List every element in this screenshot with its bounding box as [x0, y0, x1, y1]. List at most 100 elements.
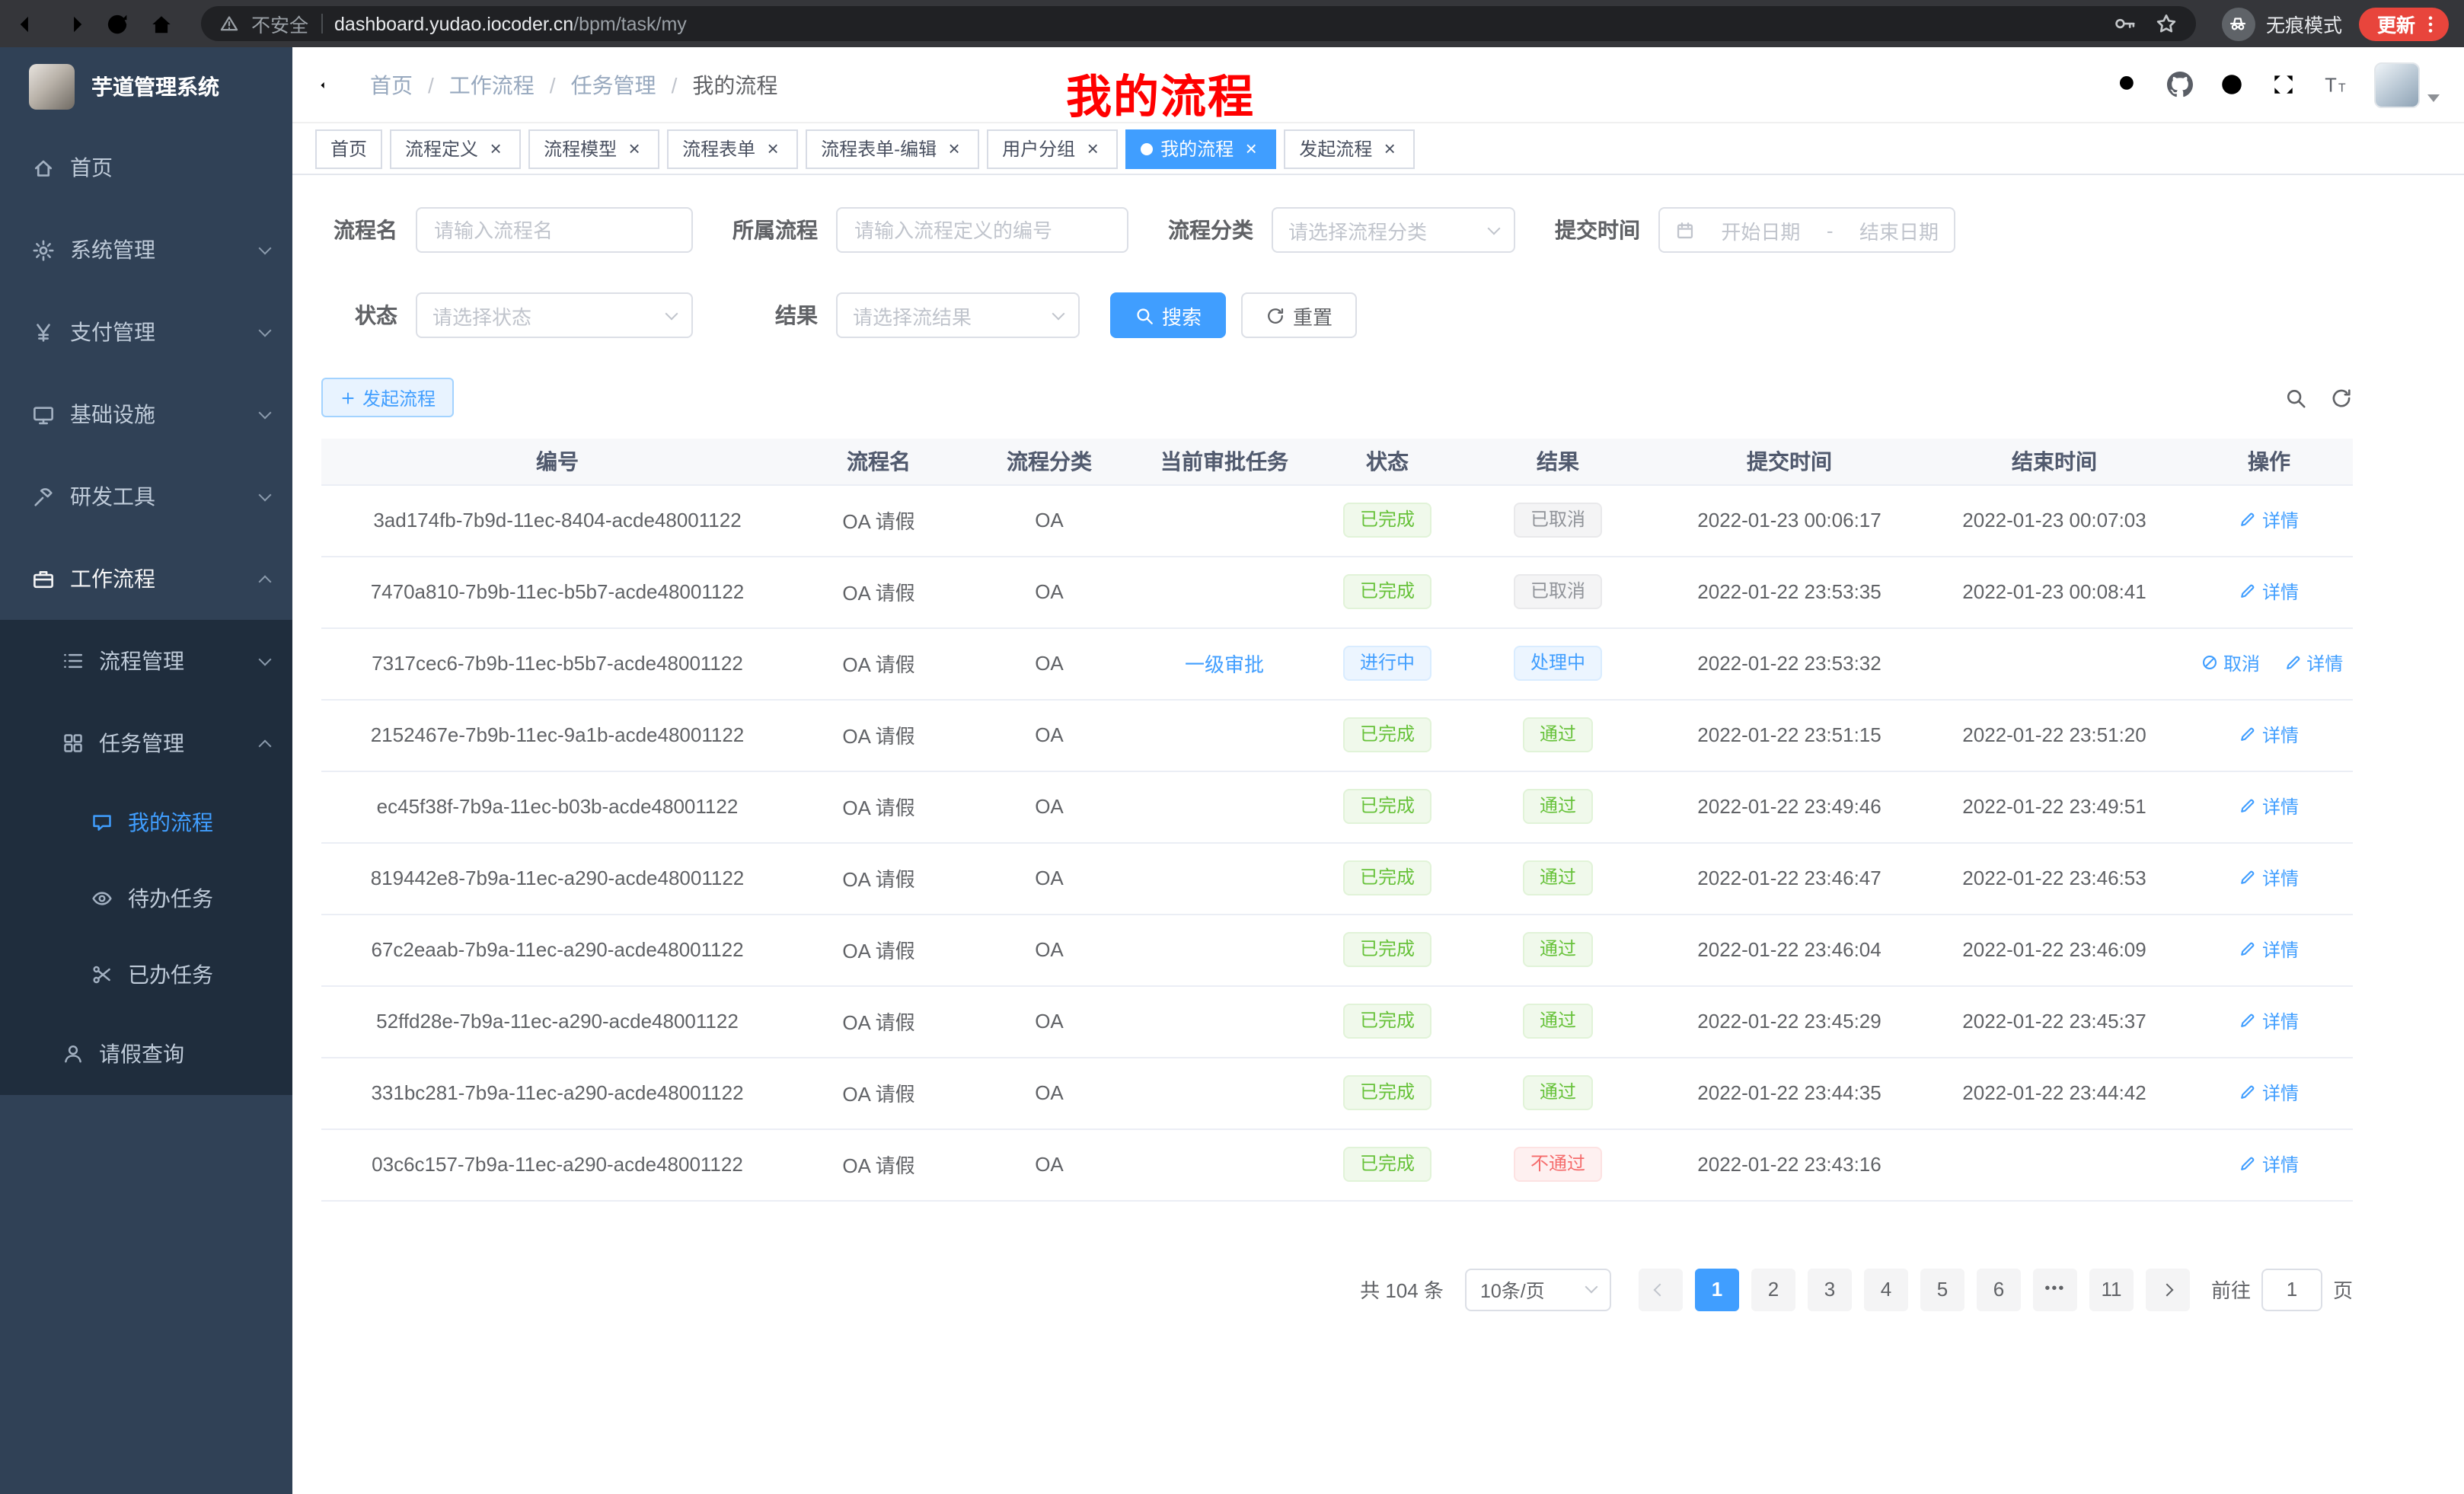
edit-icon — [2239, 1084, 2258, 1102]
sidebar-item-task-mgmt[interactable]: 任务管理 — [0, 702, 292, 784]
search-icon[interactable] — [2115, 72, 2141, 97]
tab-close-icon[interactable] — [1380, 139, 1400, 158]
detail-button[interactable]: 详情 — [2284, 650, 2343, 676]
sidebar-item-payment[interactable]: 支付管理 — [0, 291, 292, 373]
view-tab[interactable]: 流程定义 — [390, 129, 521, 168]
page-number-button[interactable]: 6 — [1977, 1268, 2021, 1310]
prev-page-button[interactable] — [1639, 1268, 1683, 1310]
breadcrumb-item[interactable]: 任务管理 — [571, 69, 693, 100]
detail-button[interactable]: 详情 — [2239, 793, 2299, 819]
user-menu[interactable] — [2374, 62, 2440, 107]
home-icon[interactable] — [148, 10, 175, 37]
view-tab[interactable]: 发起流程 — [1284, 129, 1415, 168]
detail-button[interactable]: 详情 — [2239, 865, 2299, 891]
sidebar-item-todo-tasks[interactable]: 待办任务 — [0, 860, 292, 937]
sidebar-item-dev-tools[interactable]: 研发工具 — [0, 455, 292, 538]
browser-menu-icon[interactable] — [2420, 13, 2441, 34]
goto-page-input[interactable] — [2261, 1268, 2322, 1310]
page-number-button[interactable]: ••• — [2033, 1268, 2077, 1310]
refresh-icon — [1266, 305, 1285, 325]
sidebar-item-workflow[interactable]: 工作流程 — [0, 538, 292, 620]
toggle-search-icon[interactable] — [2284, 386, 2307, 409]
sidebar-fold-icon[interactable] — [317, 71, 344, 98]
tab-label: 流程表单-编辑 — [821, 136, 937, 161]
update-button[interactable]: 更新 — [2359, 7, 2449, 40]
result-select[interactable]: 请选择流结果 — [836, 292, 1080, 338]
font-size-icon[interactable] — [2322, 72, 2348, 97]
sidebar-item-process-mgmt[interactable]: 流程管理 — [0, 620, 292, 702]
parent-process-input[interactable] — [836, 207, 1128, 253]
breadcrumb-item[interactable]: 我的流程 — [692, 69, 777, 100]
forward-icon[interactable] — [59, 10, 87, 37]
tab-close-icon[interactable] — [1083, 139, 1103, 158]
fullscreen-icon[interactable] — [2271, 72, 2296, 97]
tab-close-icon[interactable] — [763, 139, 783, 158]
chevron-down-icon — [259, 324, 272, 337]
detail-button[interactable]: 详情 — [2239, 1151, 2299, 1177]
tab-close-icon[interactable] — [1241, 139, 1261, 158]
detail-button[interactable]: 详情 — [2239, 722, 2299, 748]
page-size-select[interactable]: 10条/页 — [1465, 1268, 1611, 1310]
view-tab[interactable]: 流程表单 — [667, 129, 798, 168]
view-tab[interactable]: 我的流程 — [1125, 129, 1276, 168]
column-header: 编号 — [321, 439, 793, 484]
breadcrumb-item[interactable]: 首页 — [370, 69, 449, 100]
cancel-button[interactable]: 取消 — [2201, 650, 2260, 676]
cell-category: OA — [964, 627, 1135, 699]
security-label[interactable]: 不安全 — [251, 9, 308, 38]
goto-page: 前往 页 — [2211, 1268, 2353, 1310]
search-button[interactable]: 搜索 — [1110, 292, 1226, 338]
view-tab[interactable]: 流程表单-编辑 — [806, 129, 979, 168]
sidebar-item-leave-query[interactable]: 请假查询 — [0, 1013, 292, 1095]
process-name-input[interactable] — [416, 207, 693, 253]
category-select[interactable]: 请选择流程分类 — [1272, 207, 1515, 253]
tab-close-icon[interactable] — [486, 139, 506, 158]
cell-category: OA — [964, 699, 1135, 771]
page-number-button[interactable]: 5 — [1920, 1268, 1964, 1310]
app-logo[interactable]: 芋道管理系统 — [0, 47, 292, 126]
page-number-button[interactable]: 3 — [1808, 1268, 1852, 1310]
help-icon[interactable] — [2219, 72, 2245, 97]
sidebar-item-infra[interactable]: 基础设施 — [0, 373, 292, 455]
submit-time-range-picker[interactable]: 开始日期 - 结束日期 — [1658, 207, 1955, 253]
date-start-placeholder: 开始日期 — [1721, 215, 1800, 244]
cell-process-id: 7317cec6-7b9b-11ec-b5b7-acde48001122 — [321, 627, 793, 699]
page-number-button[interactable]: 1 — [1695, 1268, 1739, 1310]
reload-icon[interactable] — [104, 10, 131, 37]
detail-button[interactable]: 详情 — [2239, 937, 2299, 962]
page-number-button[interactable]: 2 — [1751, 1268, 1795, 1310]
yen-icon — [32, 321, 55, 343]
status-label: 状态 — [321, 300, 397, 330]
reset-button[interactable]: 重置 — [1241, 292, 1357, 338]
next-page-button[interactable] — [2146, 1268, 2190, 1310]
tab-close-icon[interactable] — [944, 139, 964, 158]
page-number-button[interactable]: 11 — [2089, 1268, 2134, 1310]
view-tab[interactable]: 首页 — [315, 129, 382, 168]
detail-button[interactable]: 详情 — [2239, 507, 2299, 533]
tab-close-icon[interactable] — [624, 139, 644, 158]
current-task-link[interactable]: 一级审批 — [1185, 653, 1264, 676]
url-path: /bpm/task/my — [573, 13, 687, 34]
sidebar-item-my-process[interactable]: 我的流程 — [0, 784, 292, 860]
sidebar-item-home[interactable]: 首页 — [0, 126, 292, 209]
bookmark-star-icon[interactable] — [2155, 12, 2178, 35]
column-header: 状态 — [1314, 439, 1460, 484]
sidebar-item-done-tasks[interactable]: 已办任务 — [0, 937, 292, 1013]
status-select[interactable]: 请选择状态 — [416, 292, 693, 338]
view-tab[interactable]: 流程模型 — [528, 129, 659, 168]
cell-category: OA — [964, 771, 1135, 842]
sidebar-item-system[interactable]: 系统管理 — [0, 209, 292, 291]
password-key-icon[interactable] — [2114, 12, 2137, 35]
breadcrumb-item[interactable]: 工作流程 — [449, 69, 571, 100]
address-bar[interactable]: 不安全 dashboard.yudao.iocoder.cn/bpm/task/… — [201, 6, 2196, 41]
detail-button[interactable]: 详情 — [2239, 579, 2299, 605]
start-process-button[interactable]: 发起流程 — [321, 378, 454, 417]
page-number-button[interactable]: 4 — [1864, 1268, 1908, 1310]
back-icon[interactable] — [15, 10, 43, 37]
detail-button[interactable]: 详情 — [2239, 1080, 2299, 1106]
github-icon[interactable] — [2167, 72, 2193, 97]
detail-button[interactable]: 详情 — [2239, 1008, 2299, 1034]
avatar[interactable] — [2374, 62, 2420, 107]
view-tab[interactable]: 用户分组 — [987, 129, 1118, 168]
refresh-table-icon[interactable] — [2330, 386, 2353, 409]
